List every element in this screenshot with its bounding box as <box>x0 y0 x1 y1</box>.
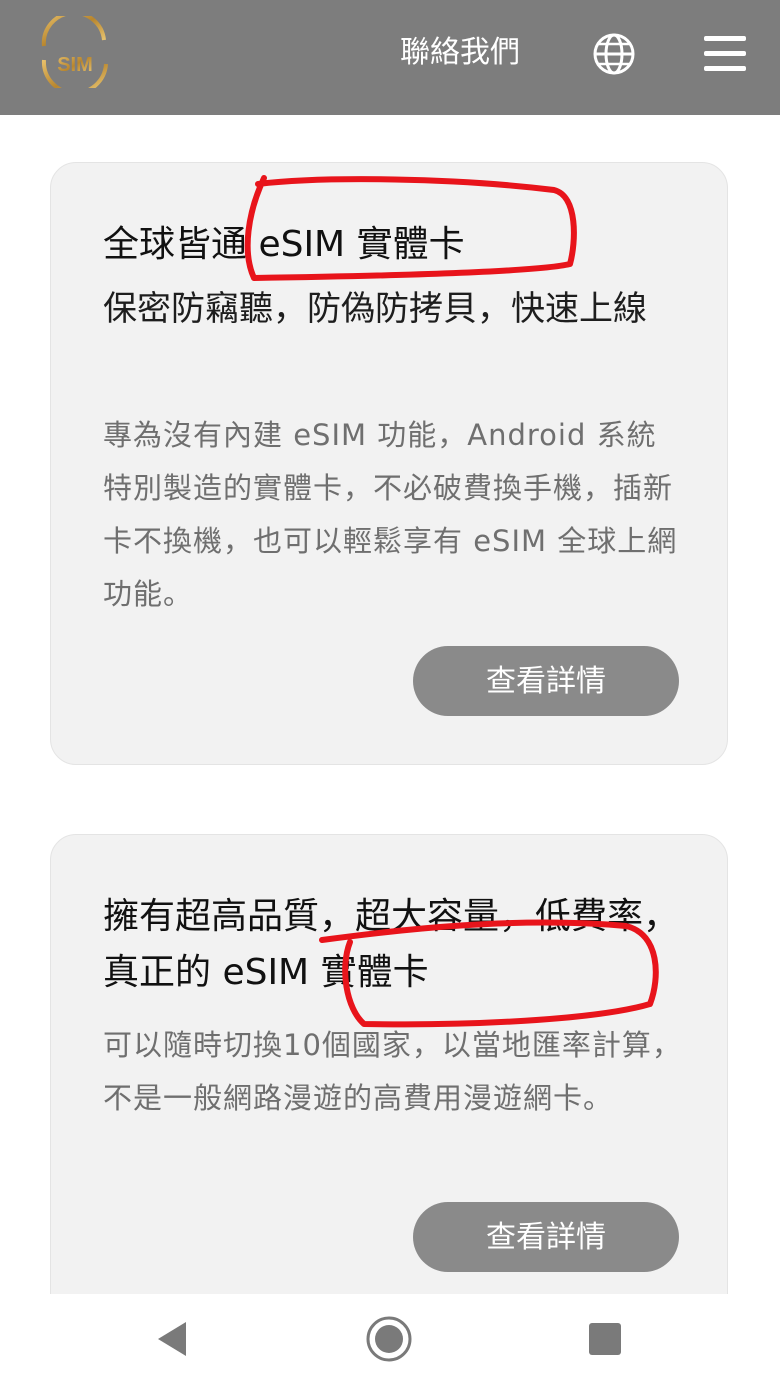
card-description: 專為沒有內建 eSIM 功能，Android 系統特別製造的實體卡，不必破費換手… <box>103 418 678 611</box>
android-nav-bar <box>0 1294 780 1384</box>
sim-logo-icon: SIM <box>38 16 112 88</box>
hamburger-menu-icon[interactable] <box>704 36 748 72</box>
card-subtitle: 保密防竊聽，防偽防拷貝，快速上線 <box>103 289 647 329</box>
site-logo[interactable]: SIM <box>36 16 114 88</box>
product-card-1: 全球皆通 eSIM 實體卡 保密防竊聽，防偽防拷貝，快速上線 專為沒有內建 eS… <box>50 162 728 765</box>
recent-apps-square-icon[interactable] <box>580 1314 630 1364</box>
top-header: SIM 聯絡我們 <box>0 0 780 115</box>
svg-text:SIM: SIM <box>57 54 93 76</box>
card-description: 可以隨時切換10個國家，以當地匯率計算，不是一般網路漫遊的高費用漫遊網卡。 <box>103 1028 682 1115</box>
view-details-button[interactable]: 查看詳情 <box>413 646 679 716</box>
product-card-2: 擁有超高品質，超大容量，低費率，真正的 eSIM 實體卡 可以隨時切換10個國家… <box>50 834 728 1304</box>
back-triangle-icon[interactable] <box>150 1314 200 1364</box>
card-title: 擁有超高品質，超大容量，低費率，真正的 eSIM 實體卡 <box>103 896 680 993</box>
card-title: 全球皆通 eSIM 實體卡 <box>103 224 465 265</box>
globe-icon[interactable] <box>592 32 636 76</box>
home-circle-icon[interactable] <box>364 1314 414 1364</box>
view-details-button[interactable]: 查看詳情 <box>413 1202 679 1272</box>
contact-us-link[interactable]: 聯絡我們 <box>400 32 545 74</box>
